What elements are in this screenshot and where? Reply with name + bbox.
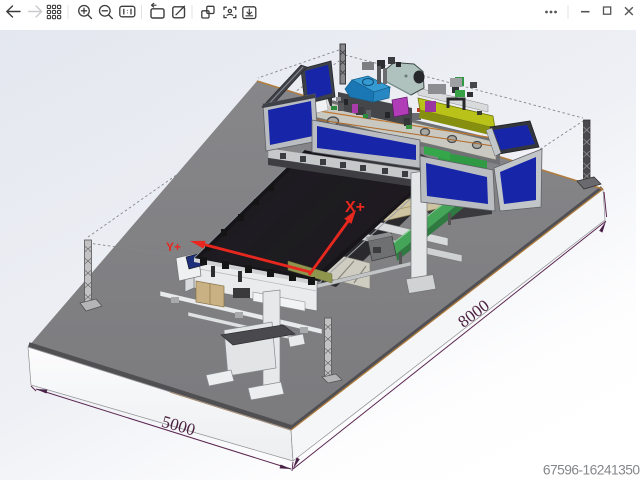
svg-text:Y+: Y+ (166, 240, 181, 254)
svg-text:X+: X+ (345, 199, 365, 216)
svg-text:67596-16241350: 67596-16241350 (543, 463, 640, 478)
